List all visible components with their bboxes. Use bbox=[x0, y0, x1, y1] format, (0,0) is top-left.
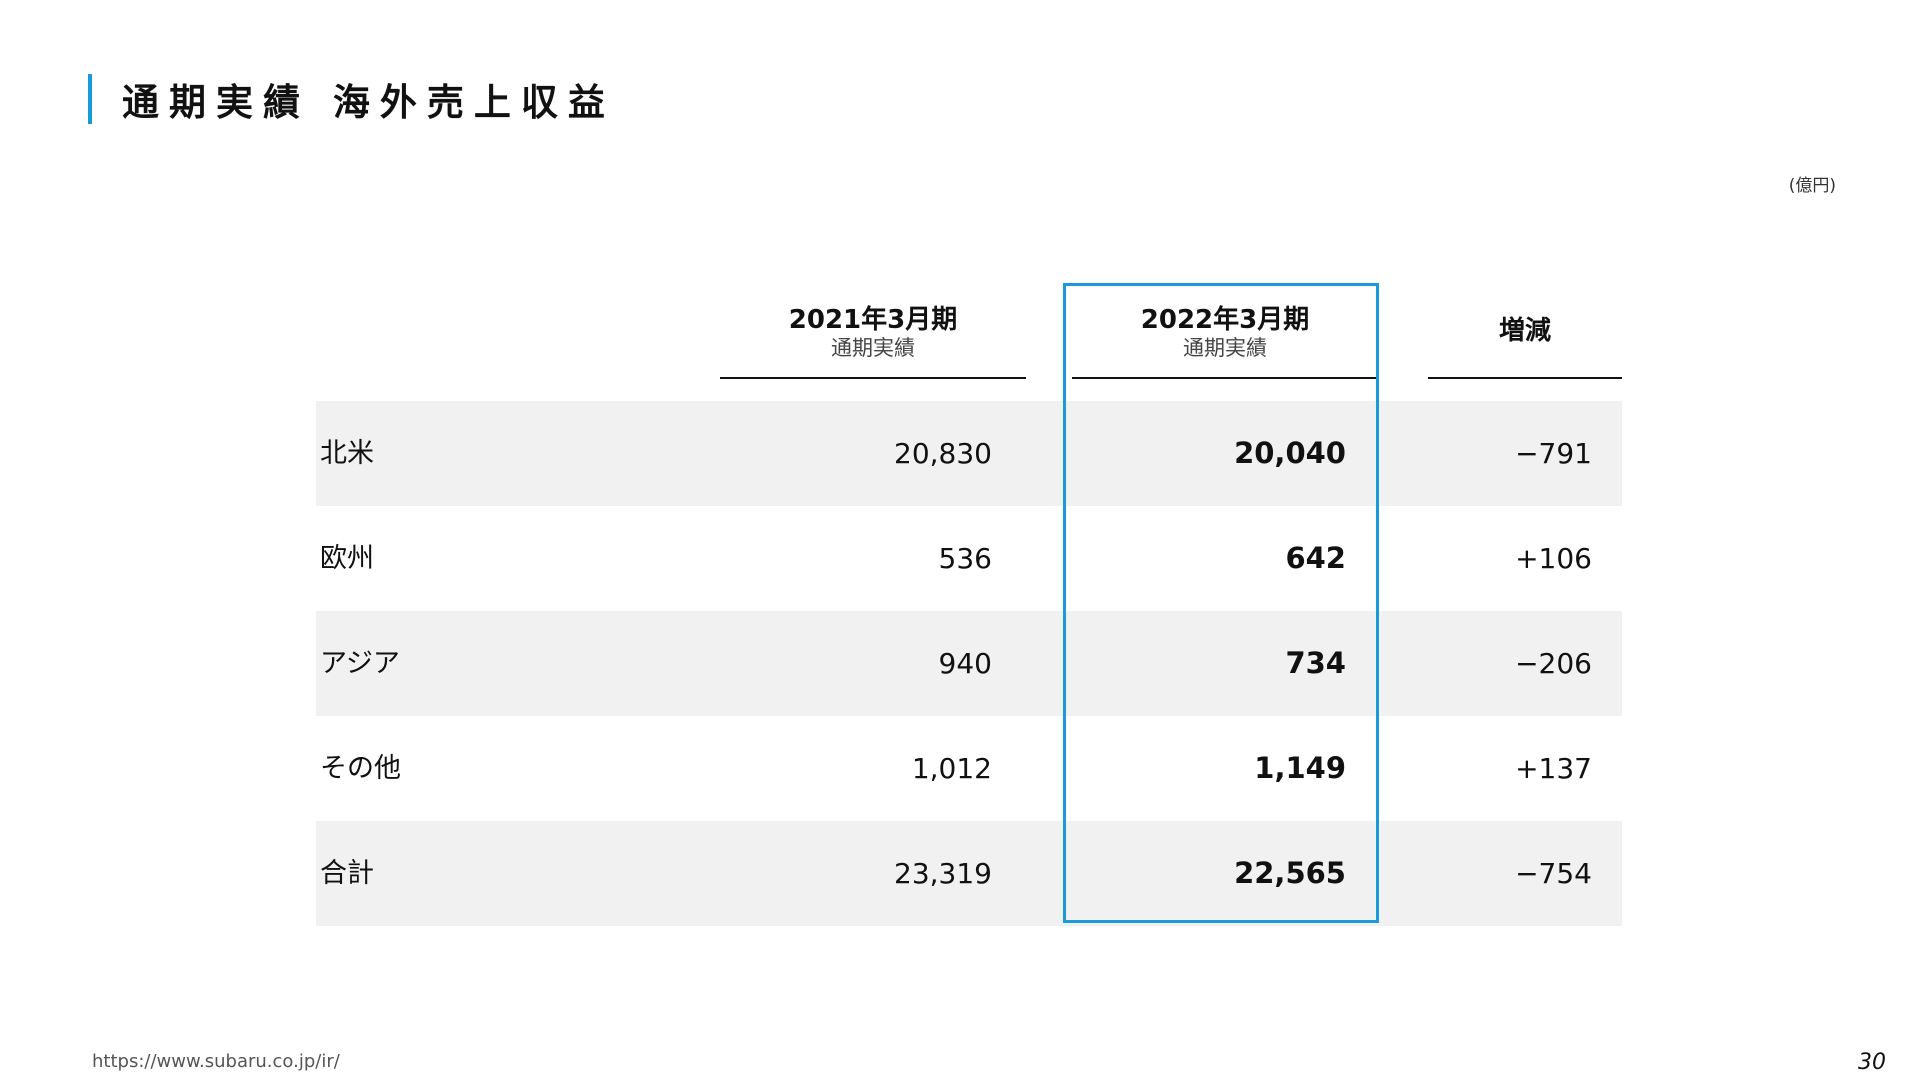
column-header-fy2022: 2022年3月期 通期実績 bbox=[1072, 283, 1378, 379]
value-fy2022: 22,565 bbox=[1234, 856, 1346, 890]
value-diff: −754 bbox=[1515, 857, 1592, 890]
header-rule bbox=[720, 377, 1026, 379]
row-label: 合計 bbox=[320, 858, 374, 889]
value-diff: +137 bbox=[1515, 752, 1592, 785]
column-header-sub: 通期実績 bbox=[831, 336, 915, 360]
table-row: 欧州 536 642 +106 bbox=[316, 506, 1622, 611]
column-header-year: 増減 bbox=[1498, 316, 1551, 346]
column-header-year: 2021年3月期 bbox=[788, 305, 958, 335]
value-fy2021: 23,319 bbox=[894, 857, 992, 890]
row-label: 北米 bbox=[320, 438, 374, 469]
column-header-diff: 増減 bbox=[1428, 283, 1622, 379]
page-number: 30 bbox=[1858, 1050, 1886, 1075]
value-fy2022: 642 bbox=[1285, 541, 1346, 575]
page-title: 通期実績 海外売上収益 bbox=[122, 81, 615, 124]
value-fy2021: 940 bbox=[938, 647, 992, 680]
column-header-sub: 通期実績 bbox=[1183, 336, 1267, 360]
row-label: 欧州 bbox=[320, 543, 374, 574]
header-rule bbox=[1072, 377, 1378, 379]
value-diff: −206 bbox=[1515, 647, 1592, 680]
value-fy2021: 1,012 bbox=[911, 752, 992, 785]
value-fy2021: 536 bbox=[938, 542, 992, 575]
row-label: その他 bbox=[320, 753, 401, 784]
unit-label: (億円) bbox=[1788, 176, 1836, 196]
table-row: 北米 20,830 20,040 −791 bbox=[316, 401, 1622, 506]
table-row: 合計 23,319 22,565 −754 bbox=[316, 821, 1622, 926]
table-row: アジア 940 734 −206 bbox=[316, 611, 1622, 716]
header-rule bbox=[1428, 377, 1622, 379]
value-fy2022: 734 bbox=[1285, 646, 1346, 680]
value-fy2021: 20,830 bbox=[894, 437, 992, 470]
page-header: 通期実績 海外売上収益 bbox=[88, 74, 615, 124]
table-row: その他 1,012 1,149 +137 bbox=[316, 716, 1622, 821]
value-fy2022: 20,040 bbox=[1234, 436, 1346, 470]
row-label: アジア bbox=[320, 648, 400, 679]
value-fy2022: 1,149 bbox=[1254, 751, 1346, 785]
title-accent-bar bbox=[88, 74, 92, 124]
footer-link[interactable]: https://www.subaru.co.jp/ir/ bbox=[92, 1051, 340, 1072]
column-header-year: 2022年3月期 bbox=[1140, 305, 1310, 335]
table-body: 北米 20,830 20,040 −791 欧州 536 642 +106 アジ… bbox=[316, 401, 1622, 926]
value-diff: −791 bbox=[1515, 437, 1592, 470]
column-header-fy2021: 2021年3月期 通期実績 bbox=[720, 283, 1026, 379]
value-diff: +106 bbox=[1515, 542, 1592, 575]
